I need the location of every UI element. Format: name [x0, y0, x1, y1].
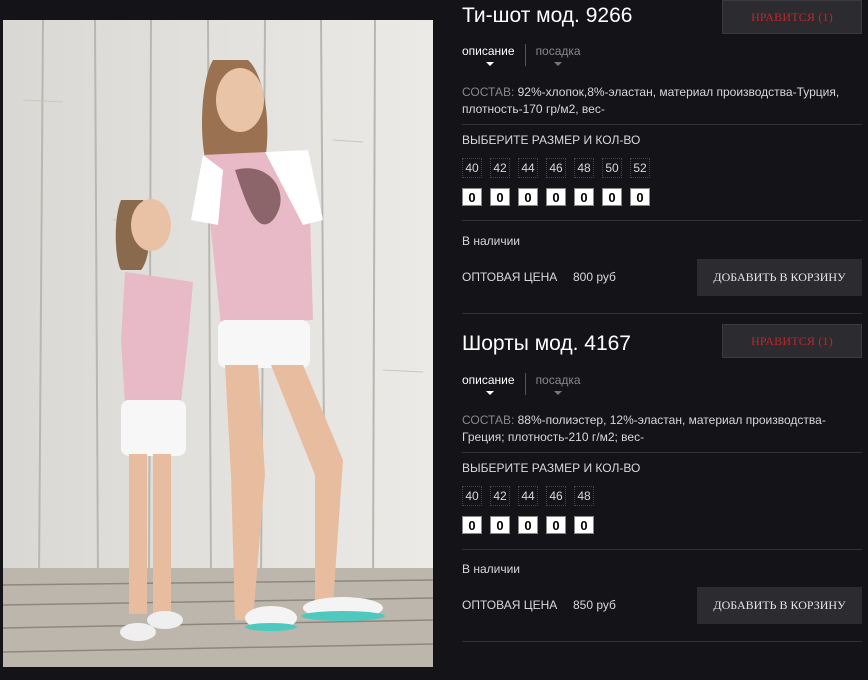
size-option[interactable]: 52 — [630, 158, 650, 178]
caret-down-icon — [486, 62, 494, 66]
size-option[interactable]: 42 — [490, 158, 510, 178]
add-to-cart-button[interactable]: ДОБАВИТЬ В КОРЗИНУ — [697, 587, 862, 624]
tab-fit-label: посадка — [535, 44, 581, 58]
divider — [462, 220, 862, 221]
composition-value: 92%-хлопок,8%-эластан, материал производ… — [462, 85, 840, 116]
product-tabs: описание посадка — [462, 373, 591, 395]
size-heading: ВЫБЕРИТЕ РАЗМЕР И КОЛ-ВО — [462, 461, 641, 475]
tab-fit[interactable]: посадка — [524, 44, 591, 66]
caret-down-icon — [486, 391, 494, 395]
price-value: 800 руб — [573, 270, 616, 284]
size-option[interactable]: 46 — [546, 486, 566, 506]
quantity-input[interactable]: 0 — [574, 516, 594, 534]
size-option[interactable]: 42 — [490, 486, 510, 506]
caret-down-icon — [553, 391, 562, 395]
quantity-input[interactable]: 0 — [630, 188, 650, 206]
composition-text: СОСТАВ: 88%-полиэстер, 12%-эластан, мате… — [462, 412, 862, 446]
quantity-input[interactable]: 0 — [546, 188, 566, 206]
divider — [462, 124, 862, 125]
size-option[interactable]: 46 — [546, 158, 566, 178]
like-button[interactable]: НРАВИТСЯ (1) — [722, 324, 862, 358]
size-option[interactable]: 40 — [462, 486, 482, 506]
price-label: ОПТОВАЯ ЦЕНА — [462, 270, 558, 284]
quantity-input[interactable]: 0 — [518, 188, 538, 206]
quantity-input[interactable]: 0 — [462, 516, 482, 534]
divider — [462, 641, 862, 642]
divider — [462, 452, 862, 453]
divider — [462, 549, 862, 550]
tab-fit-label: посадка — [535, 373, 581, 387]
quantity-input[interactable]: 0 — [602, 188, 622, 206]
quantity-list: 0 0 0 0 0 0 0 — [462, 188, 658, 206]
size-option[interactable]: 48 — [574, 158, 594, 178]
product-title: Шорты мод. 4167 — [462, 332, 631, 355]
tab-description[interactable]: описание — [462, 373, 525, 395]
composition-label: СОСТАВ: — [462, 413, 515, 427]
tab-description[interactable]: описание — [462, 44, 525, 66]
size-option[interactable]: 40 — [462, 158, 482, 178]
tab-description-label: описание — [462, 44, 515, 58]
composition-label: СОСТАВ: — [462, 85, 515, 99]
like-button[interactable]: НРАВИТСЯ (1) — [722, 0, 862, 34]
size-heading: ВЫБЕРИТЕ РАЗМЕР И КОЛ-ВО — [462, 133, 641, 147]
size-list: 40 42 44 46 48 — [462, 486, 602, 506]
stock-status: В наличии — [462, 562, 521, 576]
product-title: Ти-шот мод. 9266 — [462, 4, 633, 27]
price-label: ОПТОВАЯ ЦЕНА — [462, 598, 558, 612]
composition-text: СОСТАВ: 92%-хлопок,8%-эластан, материал … — [462, 84, 862, 118]
quantity-input[interactable]: 0 — [546, 516, 566, 534]
product-tabs: описание посадка — [462, 44, 591, 66]
size-option[interactable]: 44 — [518, 158, 538, 178]
quantity-input[interactable]: 0 — [490, 516, 510, 534]
tab-description-label: описание — [462, 373, 515, 387]
quantity-input[interactable]: 0 — [574, 188, 594, 206]
product-photo — [3, 20, 433, 667]
stock-status: В наличии — [462, 234, 521, 248]
quantity-input[interactable]: 0 — [518, 516, 538, 534]
tab-fit[interactable]: посадка — [524, 373, 591, 395]
size-list: 40 42 44 46 48 50 52 — [462, 158, 658, 178]
caret-down-icon — [553, 62, 562, 66]
price-value: 850 руб — [573, 598, 616, 612]
quantity-input[interactable]: 0 — [490, 188, 510, 206]
quantity-input[interactable]: 0 — [462, 188, 482, 206]
quantity-list: 0 0 0 0 0 — [462, 516, 602, 534]
add-to-cart-button[interactable]: ДОБАВИТЬ В КОРЗИНУ — [697, 259, 862, 296]
divider — [462, 313, 862, 314]
size-option[interactable]: 50 — [602, 158, 622, 178]
composition-value: 88%-полиэстер, 12%-эластан, материал про… — [462, 413, 826, 444]
size-option[interactable]: 48 — [574, 486, 594, 506]
size-option[interactable]: 44 — [518, 486, 538, 506]
